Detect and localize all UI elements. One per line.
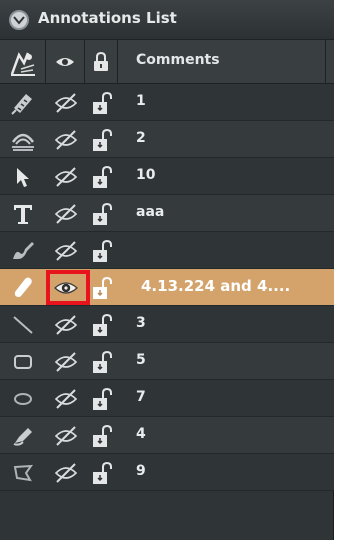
- unlock-icon[interactable]: [91, 276, 113, 300]
- freehand-icon: [13, 241, 34, 259]
- lock-icon: [94, 52, 108, 71]
- panel-title: Annotations List: [38, 9, 177, 27]
- annotation-comment: 1: [136, 93, 146, 109]
- unlock-icon[interactable]: [91, 91, 113, 115]
- annotation-tool-icon: [10, 52, 35, 76]
- annotation-comment: 3: [136, 315, 146, 331]
- comments-column-label: Comments: [136, 52, 220, 68]
- polygon-icon: [13, 464, 34, 481]
- list-item[interactable]: 4: [0, 417, 334, 454]
- list-item[interactable]: 3: [0, 306, 334, 343]
- eye-icon: [56, 58, 74, 66]
- ruler-icon: [11, 93, 32, 115]
- visibility-column-header[interactable]: [46, 40, 85, 84]
- pencil-icon: [13, 427, 32, 446]
- ellipse-icon: [14, 392, 32, 405]
- annotation-comment: aaa: [136, 204, 165, 220]
- highlight-marker-icon: [14, 277, 32, 297]
- list-item[interactable]: 5: [0, 343, 334, 380]
- eye-slash-icon[interactable]: [54, 240, 78, 261]
- list-item[interactable]: 1: [0, 84, 334, 121]
- eye-slash-icon[interactable]: [54, 351, 78, 372]
- collapse-chevron-icon[interactable]: [9, 10, 29, 30]
- annotation-comment: 4.13.224 and 4....: [141, 277, 291, 295]
- annotation-comment: 5: [136, 352, 146, 368]
- eye-slash-icon[interactable]: [54, 388, 78, 409]
- unlock-icon[interactable]: [91, 313, 113, 337]
- list-item[interactable]: 2: [0, 121, 334, 158]
- annotation-comment: 4: [136, 426, 146, 442]
- unlock-icon[interactable]: [91, 461, 113, 485]
- text-icon: [14, 204, 32, 224]
- unlock-icon[interactable]: [91, 424, 113, 448]
- unlock-icon[interactable]: [91, 239, 113, 263]
- unlock-icon[interactable]: [91, 128, 113, 152]
- list-item[interactable]: 10: [0, 158, 334, 195]
- list-item[interactable]: [0, 232, 334, 269]
- unlock-icon[interactable]: [91, 387, 113, 411]
- tool-column-header[interactable]: [0, 40, 46, 84]
- annotations-panel: Annotations List Comments 1 2 10 aaa 4.1…: [0, 0, 334, 540]
- list-item[interactable]: 7: [0, 380, 334, 417]
- eye-slash-icon[interactable]: [54, 203, 78, 224]
- unlock-icon[interactable]: [91, 165, 113, 189]
- annotation-comment: 10: [136, 167, 156, 183]
- annotation-comment: 7: [136, 389, 146, 405]
- eye-slash-icon[interactable]: [54, 166, 78, 187]
- panel-title-bar[interactable]: Annotations List: [0, 0, 334, 40]
- visibility-highlight-box: [46, 270, 90, 305]
- list-item[interactable]: 9: [0, 454, 334, 491]
- arrow-icon: [17, 167, 29, 187]
- unlock-icon[interactable]: [91, 202, 113, 226]
- rectangle-icon: [14, 354, 32, 369]
- list-item-selected[interactable]: 4.13.224 and 4....: [0, 269, 334, 306]
- annotation-comment: 2: [136, 130, 146, 146]
- list-header: Comments: [0, 40, 334, 84]
- list-item[interactable]: aaa: [0, 195, 334, 232]
- eye-slash-icon[interactable]: [54, 92, 78, 113]
- eye-slash-icon[interactable]: [54, 462, 78, 483]
- eye-slash-icon[interactable]: [54, 314, 78, 335]
- lock-column-header[interactable]: [85, 40, 118, 84]
- arc-icon: [11, 133, 35, 151]
- eye-slash-icon[interactable]: [54, 425, 78, 446]
- line-icon: [13, 315, 33, 334]
- unlock-icon[interactable]: [91, 350, 113, 374]
- eye-slash-icon[interactable]: [54, 129, 78, 150]
- annotation-comment: 9: [136, 463, 146, 479]
